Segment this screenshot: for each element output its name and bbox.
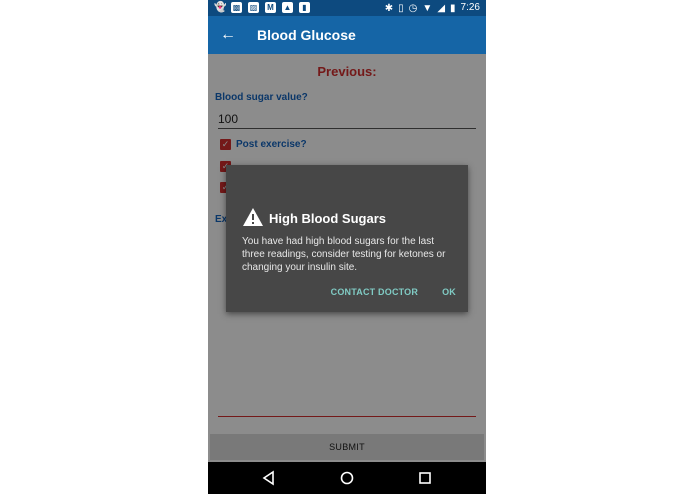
ok-button[interactable]: OK: [430, 287, 468, 297]
navigation-bar: [208, 462, 486, 494]
contact-doctor-button[interactable]: CONTACT DOCTOR: [319, 287, 430, 297]
home-circle-icon[interactable]: [339, 470, 355, 486]
app-title: Blood Glucose: [257, 27, 356, 43]
bag-icon: ▨: [248, 2, 259, 13]
phone-screen: 👻 ▩ ▨ M ▲ ▮ ✱ ▯ ◷ ▼ ◢ ▮ 7:26 ← Blood Glu…: [208, 0, 486, 494]
battery-icon: ▮: [450, 2, 456, 14]
alert-dialog: High Blood Sugars You have had high bloo…: [226, 165, 468, 312]
dialog-buttons: CONTACT DOCTOR OK: [319, 287, 468, 297]
back-triangle-icon[interactable]: [261, 470, 277, 486]
warning-icon: [243, 208, 263, 226]
vibrate-icon: ▯: [398, 2, 404, 14]
image-icon: ▲: [282, 2, 293, 13]
status-bar: 👻 ▩ ▨ M ▲ ▮ ✱ ▯ ◷ ▼ ◢ ▮ 7:26: [208, 0, 486, 16]
recents-square-icon[interactable]: [417, 470, 433, 486]
alarm-icon: ◷: [408, 2, 418, 14]
bluetooth-icon: ✱: [384, 2, 394, 14]
ticket-icon: ▩: [231, 2, 242, 13]
back-arrow-icon[interactable]: ←: [220, 25, 236, 45]
app-bar: ← Blood Glucose: [208, 16, 486, 54]
status-time: 7:26: [460, 2, 480, 13]
wifi-icon: ▼: [422, 2, 433, 14]
ghost-icon: 👻: [214, 2, 227, 13]
signal-icon: ◢: [437, 2, 446, 14]
dialog-message: You have had high blood sugars for the l…: [242, 236, 446, 273]
dialog-title: High Blood Sugars: [269, 211, 386, 226]
gmail-icon: M: [265, 2, 276, 13]
sim-icon: ▮: [299, 2, 310, 13]
